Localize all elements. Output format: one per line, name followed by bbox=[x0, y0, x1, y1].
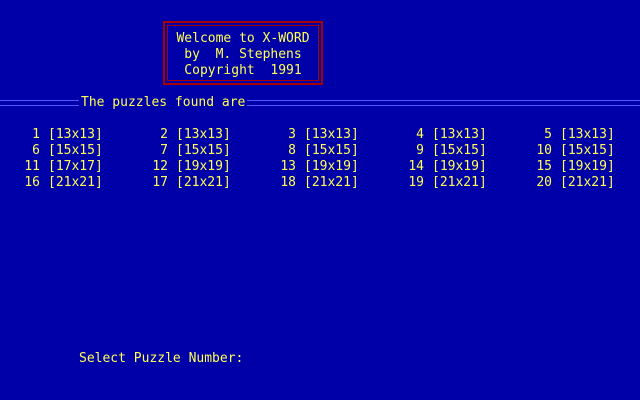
puzzle-size: [21x21] bbox=[48, 175, 103, 190]
title-welcome: Welcome to X-WORD bbox=[176, 31, 310, 46]
puzzle-item-2[interactable]: 2 [13x13] bbox=[152, 127, 231, 143]
puzzle-number: 15 bbox=[536, 159, 552, 174]
section-label: The puzzles found are bbox=[79, 95, 248, 111]
puzzle-number: 2 bbox=[160, 127, 168, 142]
puzzle-number: 6 bbox=[32, 143, 40, 158]
puzzle-size: [13x13] bbox=[176, 127, 231, 142]
puzzle-size: [19x19] bbox=[560, 159, 615, 174]
puzzle-number: 18 bbox=[280, 175, 296, 190]
puzzle-size: [13x13] bbox=[304, 127, 359, 142]
puzzle-size: [13x13] bbox=[432, 127, 487, 142]
puzzle-size: [21x21] bbox=[560, 175, 615, 190]
puzzle-number: 10 bbox=[536, 143, 552, 158]
puzzle-item-18[interactable]: 18 [21x21] bbox=[280, 175, 359, 191]
puzzle-item-3[interactable]: 3 [13x13] bbox=[280, 127, 359, 143]
title-copyright: Copyright 1991 bbox=[184, 63, 302, 78]
puzzle-item-15[interactable]: 15 [19x19] bbox=[536, 159, 615, 175]
puzzle-item-1[interactable]: 1 [13x13] bbox=[24, 127, 103, 143]
puzzle-size: [17x17] bbox=[48, 159, 103, 174]
puzzle-number: 9 bbox=[416, 143, 424, 158]
puzzle-size: [21x21] bbox=[432, 175, 487, 190]
puzzle-size: [13x13] bbox=[560, 127, 615, 142]
puzzle-number: 4 bbox=[416, 127, 424, 142]
puzzle-item-7[interactable]: 7 [15x15] bbox=[152, 143, 231, 159]
puzzle-size: [15x15] bbox=[176, 143, 231, 158]
puzzle-size: [21x21] bbox=[304, 175, 359, 190]
puzzle-item-8[interactable]: 8 [15x15] bbox=[280, 143, 359, 159]
puzzle-size: [15x15] bbox=[432, 143, 487, 158]
puzzle-item-11[interactable]: 11 [17x17] bbox=[24, 159, 103, 175]
puzzle-number: 8 bbox=[288, 143, 296, 158]
puzzle-size: [13x13] bbox=[48, 127, 103, 142]
puzzle-number: 14 bbox=[408, 159, 424, 174]
puzzle-number: 19 bbox=[408, 175, 424, 190]
puzzle-size: [19x19] bbox=[176, 159, 231, 174]
puzzle-item-5[interactable]: 5 [13x13] bbox=[536, 127, 615, 143]
puzzle-number: 17 bbox=[152, 175, 168, 190]
puzzle-number: 7 bbox=[160, 143, 168, 158]
puzzle-number: 20 bbox=[536, 175, 552, 190]
puzzle-number: 5 bbox=[544, 127, 552, 142]
select-puzzle-prompt: Select Puzzle Number: bbox=[79, 351, 244, 366]
puzzle-item-10[interactable]: 10 [15x15] bbox=[536, 143, 615, 159]
puzzle-number: 3 bbox=[288, 127, 296, 142]
puzzle-item-20[interactable]: 20 [21x21] bbox=[536, 175, 615, 191]
puzzle-size: [19x19] bbox=[304, 159, 359, 174]
puzzle-number: 13 bbox=[280, 159, 296, 174]
puzzle-item-17[interactable]: 17 [21x21] bbox=[152, 175, 231, 191]
puzzle-size: [15x15] bbox=[560, 143, 615, 158]
puzzle-item-13[interactable]: 13 [19x19] bbox=[280, 159, 359, 175]
puzzle-size: [21x21] bbox=[176, 175, 231, 190]
puzzle-item-19[interactable]: 19 [21x21] bbox=[408, 175, 487, 191]
puzzle-size: [19x19] bbox=[432, 159, 487, 174]
puzzle-size: [15x15] bbox=[48, 143, 103, 158]
puzzle-item-9[interactable]: 9 [15x15] bbox=[408, 143, 487, 159]
title-author: by M. Stephens bbox=[184, 47, 302, 62]
puzzle-number-input[interactable] bbox=[256, 351, 296, 367]
puzzle-item-12[interactable]: 12 [19x19] bbox=[152, 159, 231, 175]
puzzle-item-16[interactable]: 16 [21x21] bbox=[24, 175, 103, 191]
puzzle-number: 16 bbox=[24, 175, 40, 190]
puzzle-number: 11 bbox=[24, 159, 40, 174]
puzzle-number: 1 bbox=[32, 127, 40, 142]
puzzle-item-4[interactable]: 4 [13x13] bbox=[408, 127, 487, 143]
puzzle-item-14[interactable]: 14 [19x19] bbox=[408, 159, 487, 175]
puzzle-size: [15x15] bbox=[304, 143, 359, 158]
puzzle-item-6[interactable]: 6 [15x15] bbox=[24, 143, 103, 159]
title-box: Welcome to X-WORD by M. Stephens Copyrig… bbox=[163, 21, 323, 85]
puzzle-number: 12 bbox=[152, 159, 168, 174]
